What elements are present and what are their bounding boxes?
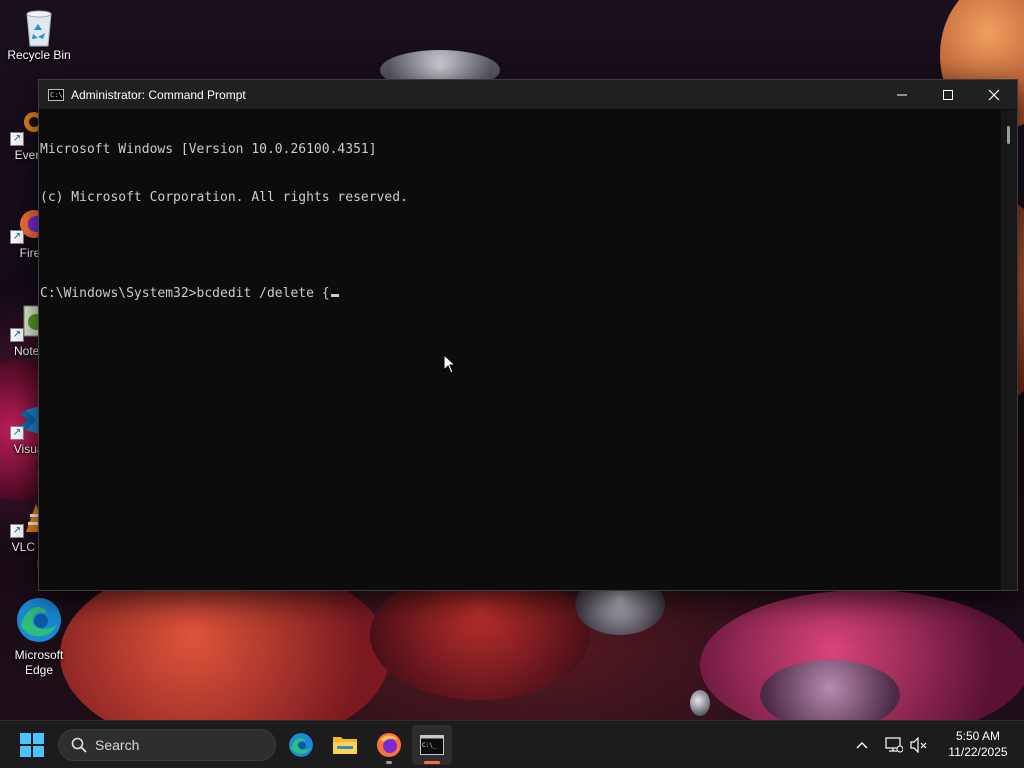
shortcut-arrow-icon: ↗ (10, 524, 24, 538)
maximize-icon (943, 89, 953, 100)
taskbar-app-edge[interactable] (281, 725, 321, 765)
taskbar-app-file-explorer[interactable] (325, 725, 365, 765)
command-prompt-window[interactable]: C:\ Administrator: Command Prompt Micros… (38, 79, 1018, 591)
text-cursor (330, 294, 339, 297)
shortcut-arrow-icon: ↗ (10, 230, 24, 244)
recycle-bin-icon (21, 8, 57, 47)
shortcut-arrow-icon: ↗ (10, 426, 24, 440)
minimize-button[interactable] (879, 80, 925, 109)
console-output[interactable]: Microsoft Windows [Version 10.0.26100.43… (39, 110, 1002, 590)
console-line: Microsoft Windows [Version 10.0.26100.43… (40, 142, 377, 157)
console-prompt-line[interactable]: C:\Windows\System32>bcdedit /delete { (40, 286, 1002, 302)
desktop-icon-recycle-bin[interactable]: Recycle Bin (1, 8, 77, 63)
svg-text:C:\_: C:\_ (422, 742, 437, 749)
window-title: Administrator: Command Prompt (71, 87, 246, 102)
file-explorer-icon (333, 737, 357, 754)
clock-date: 11/22/2025 (948, 745, 1008, 759)
close-button[interactable] (971, 80, 1017, 109)
terminal-icon: C:\_ (420, 735, 444, 755)
edge-icon (289, 733, 313, 757)
shortcut-arrow-icon: ↗ (10, 328, 24, 342)
console-line: (c) Microsoft Corporation. All rights re… (40, 190, 408, 205)
desktop-icon-label-line2: Edge (24, 663, 54, 677)
search-icon (71, 737, 87, 753)
edge-icon (15, 596, 63, 644)
mouse-pointer-icon (443, 354, 457, 374)
taskbar-app-firefox[interactable] (369, 725, 409, 765)
taskbar: Search C:\_ 5:50 AM 11/22/2025 (0, 720, 1024, 768)
desktop-icon-microsoft-edge[interactable]: Microsoft Edge (1, 596, 77, 678)
search-placeholder: Search (95, 737, 140, 753)
firefox-icon (377, 733, 401, 757)
windows-logo-icon (20, 733, 44, 757)
command-prompt-icon: C:\ (48, 88, 64, 101)
taskbar-clock[interactable]: 5:50 AM 11/22/2025 (940, 728, 1016, 760)
taskbar-app-command-prompt[interactable]: C:\_ (412, 725, 452, 765)
network-icon (885, 737, 903, 753)
volume-muted-icon (910, 737, 927, 753)
desktop-icon-label: Microsoft (14, 648, 64, 662)
close-icon (988, 89, 1000, 100)
vertical-scrollbar[interactable] (1001, 110, 1017, 590)
desktop-icon-label: Recycle Bin (7, 48, 71, 62)
chevron-up-icon (856, 742, 868, 749)
active-indicator (424, 761, 440, 764)
volume-button[interactable] (909, 734, 929, 756)
shortcut-arrow-icon: ↗ (10, 132, 24, 146)
clock-time: 5:50 AM (955, 729, 1001, 743)
minimize-icon (897, 94, 907, 95)
window-titlebar[interactable]: C:\ Administrator: Command Prompt (39, 80, 1017, 109)
console-command: C:\Windows\System32>bcdedit /delete { (40, 286, 330, 301)
start-button[interactable] (14, 729, 50, 761)
network-status-button[interactable] (884, 734, 904, 756)
running-indicator (386, 761, 392, 764)
show-hidden-icons-button[interactable] (852, 735, 872, 755)
maximize-button[interactable] (925, 80, 971, 109)
scrollbar-thumb[interactable] (1007, 126, 1010, 144)
taskbar-search-box[interactable]: Search (58, 729, 276, 761)
